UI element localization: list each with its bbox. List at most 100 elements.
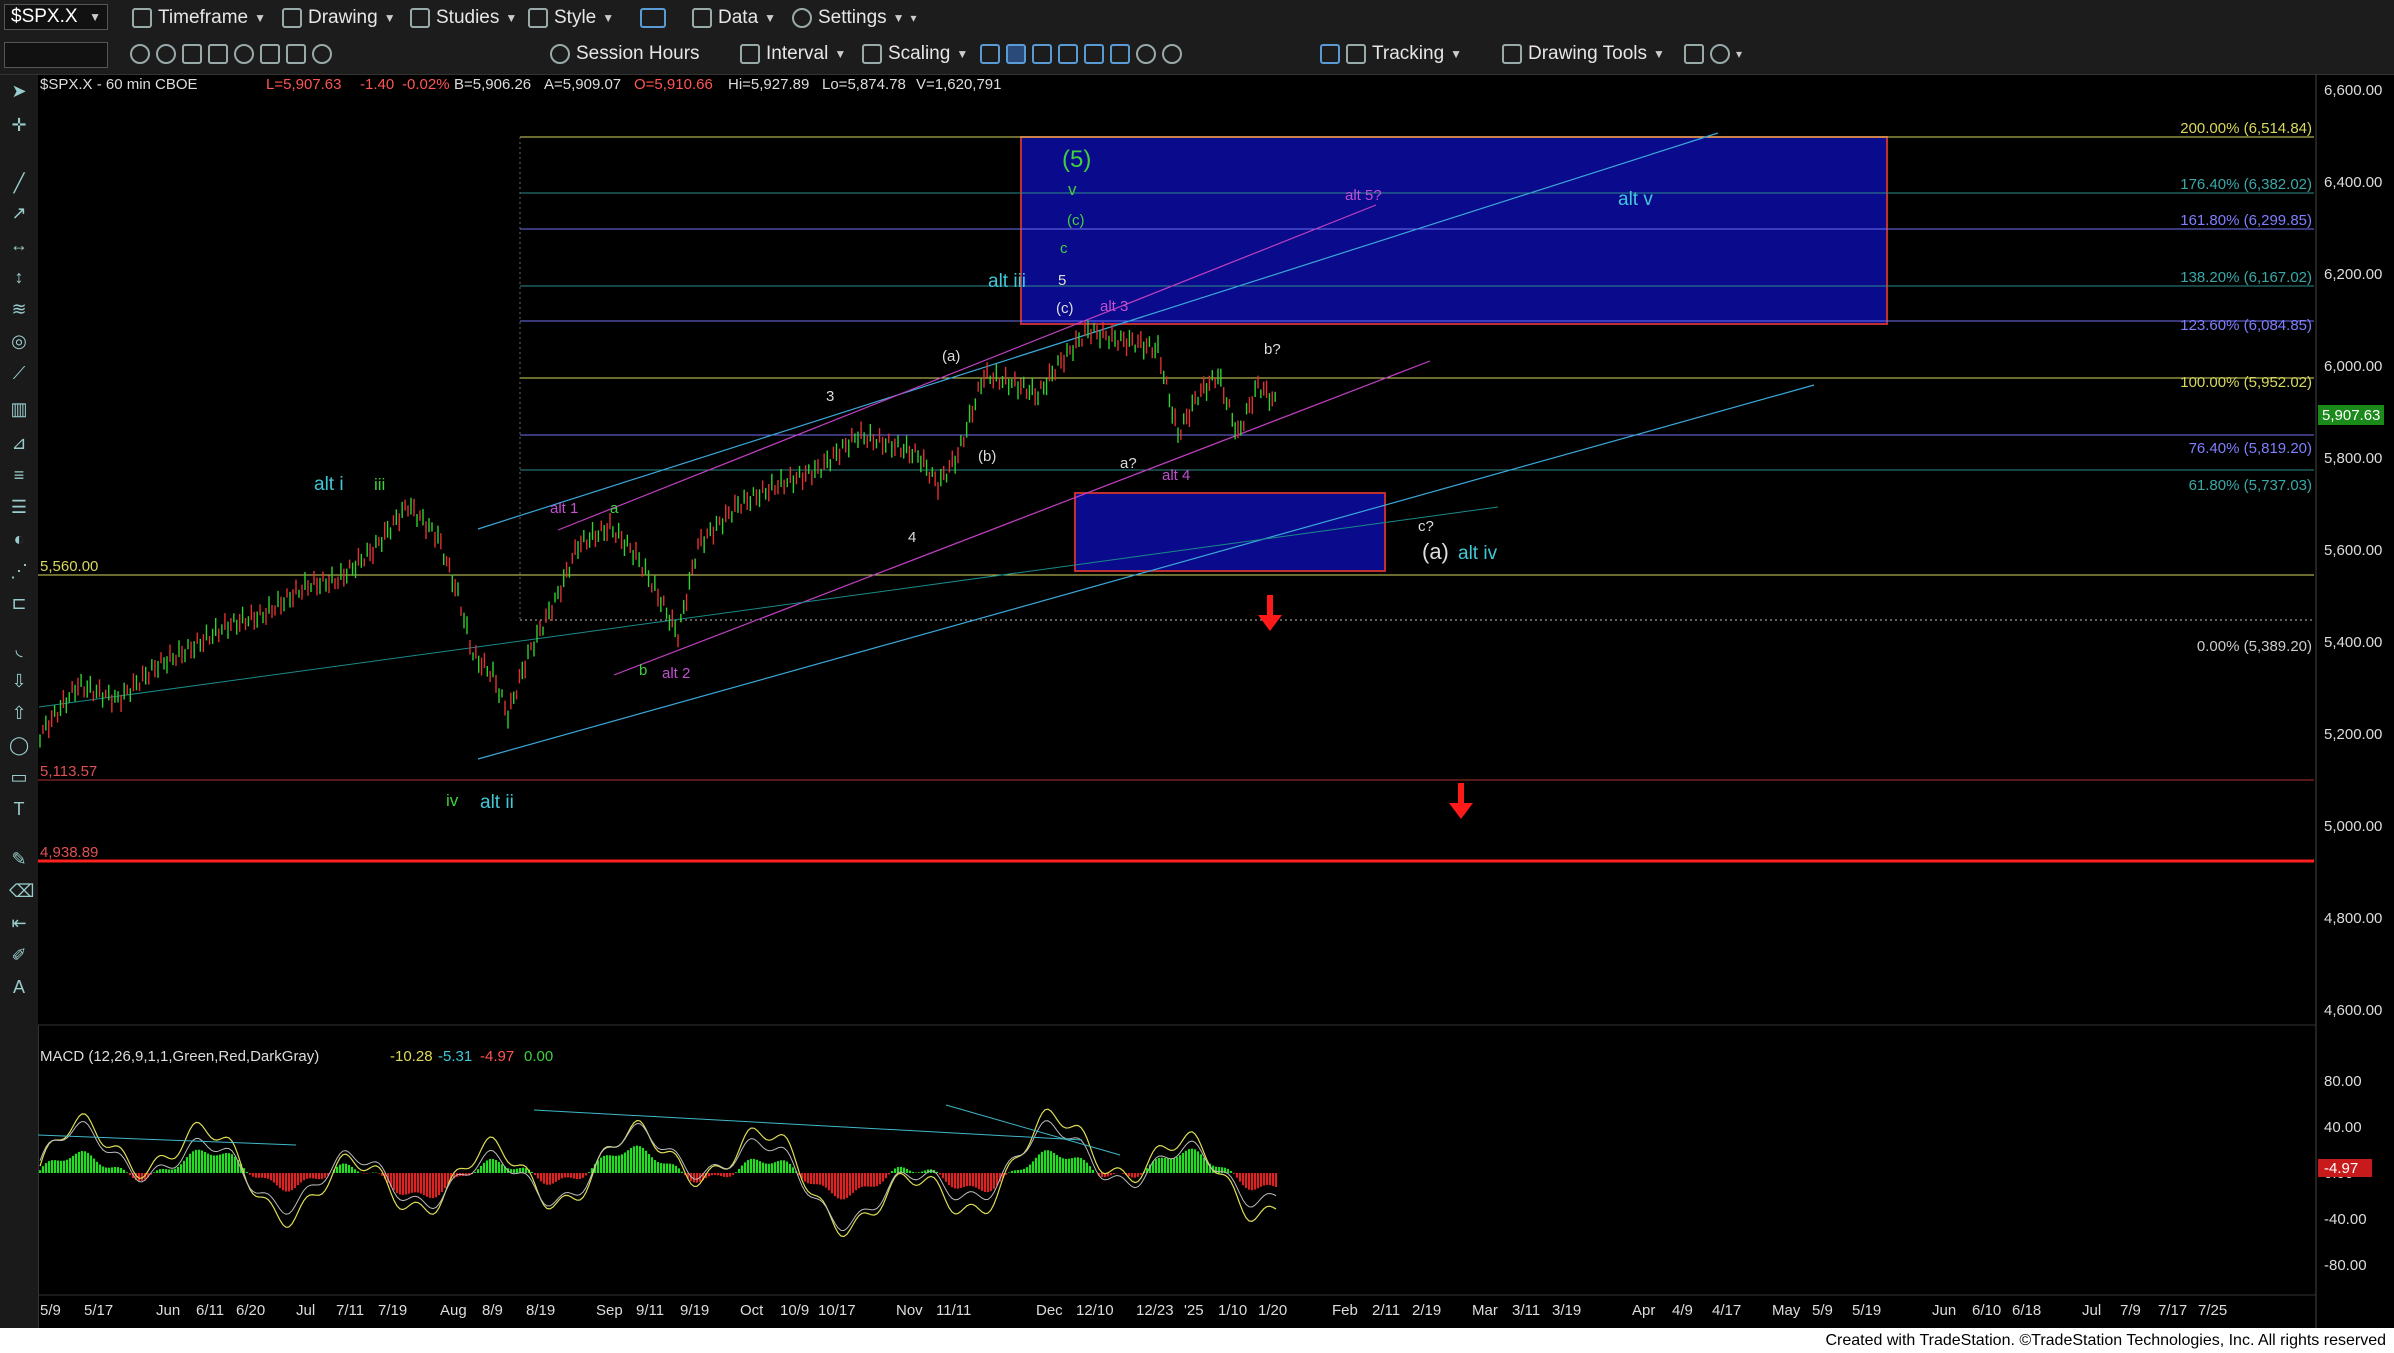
trendline-icon[interactable]: ╱ <box>9 173 29 193</box>
wave-label: alt 5? <box>1345 187 1382 204</box>
arrow-up-icon[interactable]: ⇧ <box>9 703 29 723</box>
arc-icon[interactable]: ◟ <box>9 639 29 659</box>
pointer-icon[interactable]: ➤ <box>9 81 29 101</box>
eraser-icon[interactable]: ⌫ <box>9 881 34 901</box>
crosshair-icon[interactable]: ✛ <box>9 115 29 135</box>
drawing-tools-label: Drawing Tools <box>1528 43 1647 64</box>
data-menu[interactable]: Data ▼ <box>692 6 776 30</box>
regression-icon[interactable]: ≡ <box>9 465 29 485</box>
date-axis-label: 5/19 <box>1852 1302 1881 1319</box>
chevron-down-icon[interactable]: ▼ <box>89 10 101 24</box>
text-icon[interactable]: T <box>9 799 29 819</box>
hollow-candle-icon[interactable] <box>1032 44 1052 64</box>
timeframe-menu[interactable]: Timeframe ▼ <box>132 6 266 30</box>
fibonacci-icon[interactable]: ◎ <box>9 331 29 351</box>
pitchfork-icon[interactable]: ⟋ <box>9 363 29 383</box>
timeframe-label: Timeframe <box>158 7 249 28</box>
layout-button[interactable] <box>640 6 666 30</box>
header-change: -1.40 <box>360 76 394 93</box>
drawing-tools-menu[interactable]: Drawing Tools ▼ <box>1502 42 1665 66</box>
arrow-down-icon[interactable]: ⇩ <box>9 671 29 691</box>
wave-label: iii <box>374 475 385 494</box>
date-axis-label: Feb <box>1332 1302 1358 1319</box>
interval-field[interactable] <box>4 42 108 68</box>
style-menu[interactable]: Style ▼ <box>528 6 614 30</box>
wave-label: 5 <box>1058 272 1066 289</box>
grid-icon[interactable] <box>286 44 306 64</box>
studies-menu[interactable]: Studies ▼ <box>410 6 517 30</box>
drawing-menu[interactable]: Drawing ▼ <box>282 6 396 30</box>
overflow-icon[interactable]: ▾ <box>911 11 917 25</box>
chevron-down-icon: ▼ <box>254 11 266 25</box>
vertical-line-icon[interactable]: ↕ <box>9 267 29 287</box>
date-axis-label: 9/19 <box>680 1302 709 1319</box>
drawing-tools-icon <box>1502 44 1522 64</box>
date-axis-label: 7/25 <box>2198 1302 2227 1319</box>
wave-label: alt 4 <box>1162 467 1190 484</box>
ellipse-icon[interactable]: ◯ <box>9 735 29 755</box>
price-chart[interactable]: $SPX.X - 60 min CBOE L=5,907.63 -1.40 -0… <box>38 75 2394 1328</box>
text-style-icon[interactable]: A <box>9 977 29 997</box>
target-icon[interactable] <box>312 44 332 64</box>
settings-menu[interactable]: Settings ▼ ▾ <box>792 6 917 30</box>
rectangle-icon[interactable]: ▭ <box>9 767 29 787</box>
cycle-icon[interactable] <box>156 44 176 64</box>
date-axis-label: '25 <box>1184 1302 1204 1319</box>
gann-icon[interactable]: ◐ <box>9 529 29 549</box>
chart-toolbar: Session Hours Interval ▼ Scaling ▼ Trackin… <box>0 36 2394 75</box>
chart-tool-buttons <box>130 42 332 66</box>
zoom-in-icon[interactable] <box>1136 44 1156 64</box>
lock-icon[interactable] <box>260 44 280 64</box>
session-hours-menu[interactable]: Session Hours <box>550 42 700 66</box>
refresh-icon[interactable] <box>130 44 150 64</box>
fib-extension-icon[interactable]: ⊿ <box>9 433 29 453</box>
ohlc-bar-icon[interactable] <box>980 44 1000 64</box>
date-axis-label: 10/17 <box>818 1302 856 1319</box>
footer-credit: Created with TradeStation. ©TradeStation… <box>0 1328 2394 1353</box>
macd-axis-label: 80.00 <box>2324 1073 2362 1090</box>
price-axis-label: 6,400.00 <box>2324 174 2382 191</box>
macd-axis-label: -40.00 <box>2324 1211 2367 1228</box>
date-axis-label: 8/19 <box>526 1302 555 1319</box>
chevron-down-icon: ▼ <box>383 11 396 25</box>
macd-axis-label: 40.00 <box>2324 1119 2362 1136</box>
tracking-menu[interactable]: Tracking ▼ <box>1320 42 1462 66</box>
move-icon[interactable]: ⇤ <box>9 913 29 933</box>
andrews-icon[interactable]: ⊏ <box>9 593 29 613</box>
macd-value-4: 0.00 <box>524 1048 553 1065</box>
header-low: Lo=5,874.78 <box>822 76 906 93</box>
export-icon[interactable] <box>1684 44 1704 64</box>
pen-icon <box>282 8 302 28</box>
wave-label: alt ii <box>480 792 514 813</box>
price-axis[interactable] <box>2316 75 2394 1328</box>
levels-icon[interactable]: ☰ <box>9 497 29 517</box>
speed-lines-icon[interactable]: ⋰ <box>9 561 29 581</box>
cloud-icon[interactable] <box>1710 44 1730 64</box>
zoom-out-icon[interactable] <box>1162 44 1182 64</box>
horizontal-line-icon[interactable]: ↔ <box>9 235 29 255</box>
header-pct: -0.02% <box>402 76 450 93</box>
panes-icon[interactable] <box>1110 44 1130 64</box>
date-axis-label: 9/11 <box>636 1302 664 1319</box>
settings-label: Settings <box>818 7 887 28</box>
pencil-icon[interactable]: ✎ <box>9 849 29 869</box>
channel-icon[interactable]: ≋ <box>9 299 29 319</box>
interval-menu[interactable]: Interval ▼ <box>740 42 846 66</box>
cursor-icon[interactable] <box>208 44 228 64</box>
date-axis-label: 4/9 <box>1672 1302 1693 1319</box>
date-axis[interactable]: 5/9 5/17 Jun 6/11 6/20 Jul 7/11 7/19 Aug 8/9 8/19 S… <box>40 1302 2227 1319</box>
header-bid: B=5,906.26 <box>454 76 531 93</box>
highlighter-icon[interactable]: ✐ <box>9 945 29 965</box>
chevron-down-icon[interactable]: ▾ <box>1736 47 1742 61</box>
ray-icon[interactable]: ↗ <box>9 203 29 223</box>
copy-icon[interactable] <box>182 44 202 64</box>
bars-icon[interactable]: ▥ <box>9 399 29 419</box>
find-icon[interactable] <box>234 44 254 64</box>
candle-icon[interactable] <box>1006 44 1026 64</box>
line-icon[interactable] <box>1084 44 1104 64</box>
dot-icon[interactable] <box>1058 44 1078 64</box>
symbol-field[interactable]: $SPX.X ▼ <box>4 4 108 30</box>
date-axis-label: 7/11 <box>336 1302 364 1319</box>
scaling-menu[interactable]: Scaling ▼ <box>862 42 968 66</box>
date-axis-label: Jul <box>2082 1302 2101 1319</box>
